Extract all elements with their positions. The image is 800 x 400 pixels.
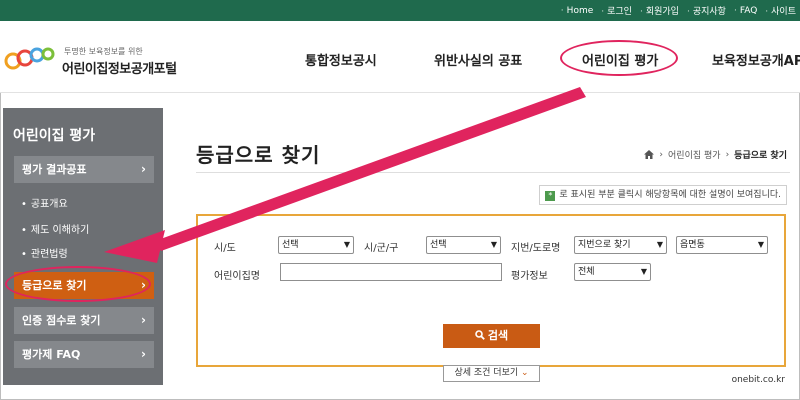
search-button[interactable]: 검색	[443, 324, 540, 348]
sidebar: 어린이집 평가 평가 결과공표 › • 공표개요 • 제도 이해하기 • 관련법령 등…	[3, 108, 163, 385]
utility-link-signup[interactable]: · 회원가입	[636, 4, 683, 17]
address-label: 지번/도로명	[511, 243, 561, 254]
sidebar-item-score-search[interactable]: 인증 점수로 찾기 ›	[14, 307, 154, 334]
breadcrumb-current: 등급으로 찾기	[734, 151, 787, 161]
help-note: * 로 표시된 부분 클릭시 해당항목에 대한 설명이 보여집니다.	[539, 185, 787, 205]
utility-link-label: 로그인	[607, 7, 632, 17]
search-icon	[475, 330, 485, 340]
gnb-item-violation[interactable]: 위반사실의 공표	[434, 50, 522, 69]
utility-bar: · Home · 로그인 · 회원가입 · 공지사항 · FAQ · 사이트	[0, 0, 800, 21]
more-conditions-label: 상세 조건 더보기	[454, 368, 519, 378]
sidebar-subitem-system[interactable]: • 제도 이해하기	[21, 221, 89, 236]
utility-link-label: 사이트	[771, 7, 796, 17]
logo-tagline: 투명한 보육정보를 위한	[64, 47, 143, 56]
gnb-item-api[interactable]: 보육정보공개AP	[712, 50, 800, 69]
help-icon: *	[545, 191, 556, 201]
site-header: 투명한 보육정보를 위한 어린이집정보공개포털 통합정보공시 위반사실의 공표 …	[0, 21, 800, 93]
sidebar-subitem-label: 제도 이해하기	[30, 225, 90, 236]
utility-link-label: 공지사항	[692, 7, 726, 17]
utility-link-label: 회원가입	[645, 7, 679, 17]
breadcrumb-separator: ›	[725, 149, 730, 160]
sido-select-value: 선택	[282, 240, 299, 250]
sigungu-label: 시/군/구	[364, 243, 399, 254]
name-input[interactable]	[280, 263, 502, 281]
name-label: 어린이집명	[214, 271, 260, 282]
title-divider	[196, 172, 790, 173]
sidebar-item-label: 평가제 FAQ	[22, 348, 81, 361]
eval-select-value: 전체	[578, 267, 595, 277]
address-type-select-value: 지번으로 찾기	[578, 240, 631, 250]
sido-select[interactable]: 선택 ▼	[278, 236, 354, 254]
sidebar-item-label: 인증 점수로 찾기	[22, 314, 101, 327]
logo-title: 어린이집정보공개포털	[62, 62, 177, 77]
highlight-circle-sidebar	[5, 266, 151, 302]
chevron-right-icon: ›	[141, 347, 146, 361]
gnb-item-disclosure[interactable]: 통합정보공시	[305, 50, 377, 69]
utility-link-label: Home	[566, 5, 594, 16]
chevron-down-icon: ▼	[343, 240, 350, 249]
highlight-circle-gnb	[560, 40, 678, 76]
sidebar-subitem-overview[interactable]: • 공표개요	[21, 195, 68, 210]
chevron-down-icon: ▼	[656, 240, 663, 249]
breadcrumb-item[interactable]: 어린이집 평가	[668, 148, 721, 161]
logo-mark-icon	[4, 47, 55, 70]
breadcrumb-separator: ›	[659, 149, 664, 160]
address-type-select[interactable]: 지번으로 찾기 ▼	[574, 236, 667, 254]
dong-select[interactable]: 읍면동 ▼	[676, 236, 768, 254]
eval-select[interactable]: 전체 ▼	[574, 263, 651, 281]
chevron-down-icon: ▼	[490, 240, 497, 249]
search-button-label: 검색	[487, 329, 509, 342]
sigungu-select[interactable]: 선택 ▼	[426, 236, 501, 254]
chevron-right-icon: ›	[141, 162, 146, 176]
chevron-down-icon: ⌄	[518, 368, 529, 378]
utility-link-home[interactable]: · Home	[557, 6, 597, 16]
home-icon[interactable]	[644, 150, 655, 159]
watermark: onebit.co.kr	[731, 375, 785, 385]
site-logo[interactable]: 투명한 보육정보를 위한 어린이집정보공개포털	[4, 41, 204, 81]
sidebar-subitem-label: 관련법령	[30, 249, 68, 260]
dong-select-value: 읍면동	[680, 240, 705, 250]
help-note-text: 로 표시된 부분 클릭시 해당항목에 대한 설명이 보여집니다.	[559, 190, 781, 200]
eval-label: 평가정보	[511, 271, 548, 282]
utility-link-notice[interactable]: · 공지사항	[683, 4, 730, 17]
sidebar-title: 어린이집 평가	[13, 128, 96, 144]
breadcrumb: › 어린이집 평가 › 등급으로 찾기	[644, 148, 787, 161]
sidebar-item-label: 평가 결과공표	[22, 163, 87, 176]
chevron-down-icon: ▼	[640, 267, 647, 276]
sidebar-subitem-label: 공표개요	[30, 199, 68, 210]
sigungu-select-value: 선택	[430, 240, 447, 250]
sidebar-item-result[interactable]: 평가 결과공표 ›	[14, 156, 154, 183]
utility-link-login[interactable]: · 로그인	[597, 4, 636, 17]
sidebar-item-faq[interactable]: 평가제 FAQ ›	[14, 341, 154, 368]
page-title: 등급으로 찾기	[196, 143, 321, 167]
chevron-right-icon: ›	[141, 313, 146, 327]
utility-link-faq[interactable]: · FAQ	[730, 6, 761, 16]
utility-link-sitemap[interactable]: · 사이트	[761, 4, 800, 17]
more-conditions-button[interactable]: 상세 조건 더보기 ⌄	[443, 365, 540, 382]
utility-link-label: FAQ	[739, 5, 758, 16]
sido-label: 시/도	[214, 243, 236, 254]
sidebar-subitem-law[interactable]: • 관련법령	[21, 245, 68, 260]
chevron-down-icon: ▼	[757, 240, 764, 249]
